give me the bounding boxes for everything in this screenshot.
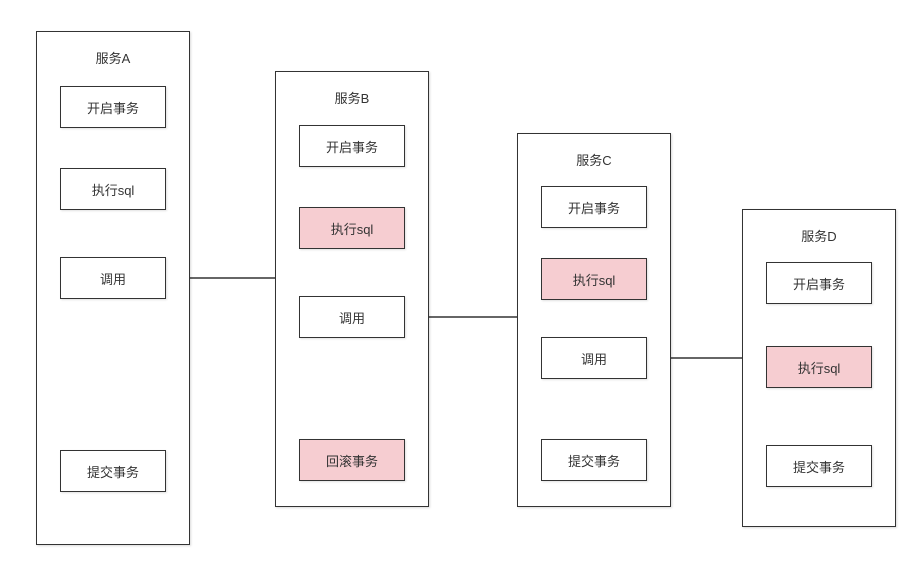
service-title-B: 服务B [276, 72, 428, 121]
step-A-2: 调用 [60, 257, 166, 299]
step-C-1: 执行sql [541, 258, 647, 300]
service-title-A: 服务A [37, 32, 189, 81]
step-C-3: 提交事务 [541, 439, 647, 481]
step-C-0: 开启事务 [541, 186, 647, 228]
step-B-2: 调用 [299, 296, 405, 338]
step-B-0: 开启事务 [299, 125, 405, 167]
step-D-2: 提交事务 [766, 445, 872, 487]
step-B-1: 执行sql [299, 207, 405, 249]
step-A-0: 开启事务 [60, 86, 166, 128]
step-C-2: 调用 [541, 337, 647, 379]
service-title-D: 服务D [743, 210, 895, 259]
step-D-1: 执行sql [766, 346, 872, 388]
step-D-0: 开启事务 [766, 262, 872, 304]
service-title-C: 服务C [518, 134, 670, 183]
step-B-3: 回滚事务 [299, 439, 405, 481]
step-A-3: 提交事务 [60, 450, 166, 492]
step-A-1: 执行sql [60, 168, 166, 210]
